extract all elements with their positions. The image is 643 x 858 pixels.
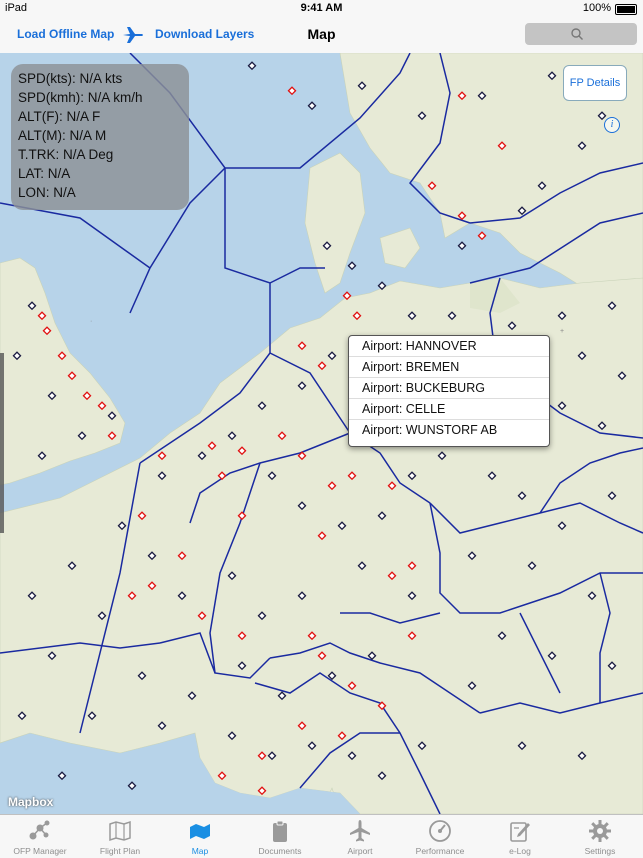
flight-info-panel: SPD(kts): N/A kts SPD(kmh): N/A km/h ALT… [11, 64, 189, 210]
clock: 9:41 AM [300, 2, 343, 14]
airport-option-bremen[interactable]: Airport: BREMEN [349, 357, 549, 378]
search-input[interactable] [525, 23, 637, 45]
svg-text:·: · [90, 318, 92, 325]
edit-log-icon [510, 822, 530, 842]
tab-performance[interactable]: Performance [400, 815, 480, 858]
tab-label: OFP Manager [13, 846, 67, 856]
land-great-britain [0, 257, 126, 486]
search-icon [571, 28, 583, 40]
tab-label: Flight Plan [99, 846, 141, 856]
download-layers-button[interactable]: Download Layers [155, 27, 254, 41]
airplane-icon [350, 820, 370, 842]
tab-e-log[interactable]: e-Log [480, 815, 560, 858]
altitude-feet-readout: ALT(F): N/A F [18, 109, 101, 124]
speed-kmh-readout: SPD(kmh): N/A km/h [18, 90, 143, 105]
fp-details-button[interactable]: FP Details [563, 65, 627, 101]
tab-documents[interactable]: Documents [240, 815, 320, 858]
land-denmark [304, 152, 366, 294]
gauge-icon [429, 820, 451, 842]
land-zealand [379, 227, 421, 269]
status-bar: iPad 9:41 AM 100% [0, 0, 643, 17]
tab-label: Settings [584, 846, 616, 856]
altitude-meters-readout: ALT(M): N/A M [18, 128, 107, 143]
load-offline-map-button[interactable]: Load Offline Map [17, 27, 114, 41]
battery-percentage: 100% [582, 2, 611, 14]
airport-option-buckeburg[interactable]: Airport: BUCKEBURG [349, 378, 549, 399]
track-readout: T.TRK: N/A Deg [18, 147, 114, 162]
airplane-icon [123, 27, 143, 43]
battery-icon [615, 4, 637, 15]
info-icon[interactable]: i [604, 117, 620, 133]
tab-flight-plan[interactable]: Flight Plan [80, 815, 160, 858]
tab-map[interactable]: Map [160, 815, 240, 858]
tab-airport[interactable]: Airport [320, 815, 400, 858]
latitude-readout: LAT: N/A [18, 166, 71, 181]
speed-kts-readout: SPD(kts): N/A kts [18, 71, 123, 86]
map-view[interactable]: + · SPD(kts): N/A kts SPD(kmh): N/A km/h… [0, 53, 643, 814]
tab-label: e-Log [509, 846, 531, 856]
map-fold-icon [109, 820, 131, 842]
tab-label: Map [191, 846, 209, 856]
map-edge-scroll-indicator [0, 353, 4, 533]
svg-text:+: + [560, 328, 564, 335]
longitude-readout: LON: N/A [18, 185, 76, 200]
map-icon [190, 824, 210, 839]
airport-option-celle[interactable]: Airport: CELLE [349, 399, 549, 420]
airport-option-hannover[interactable]: Airport: HANNOVER [349, 336, 549, 357]
tab-label: Documents [258, 846, 302, 856]
clipboard-icon [273, 820, 287, 842]
gear-icon [589, 820, 611, 842]
tab-label: Airport [347, 846, 373, 856]
molecule-icon [29, 820, 50, 840]
airport-option-wunstorf[interactable]: Airport: WUNSTORF AB [349, 420, 549, 441]
tab-label: Performance [415, 846, 465, 856]
mapbox-attribution[interactable]: Mapbox [8, 795, 53, 809]
airport-selection-popup: Airport: HANNOVER Airport: BREMEN Airpor… [348, 335, 550, 447]
tab-settings[interactable]: Settings [560, 815, 640, 858]
tab-bar: OFP Manager Flight Plan Map Documents Ai… [0, 814, 643, 858]
navigation-bar: Load Offline Map Download Layers Map [0, 17, 643, 54]
tab-ofp-manager[interactable]: OFP Manager [0, 815, 80, 858]
